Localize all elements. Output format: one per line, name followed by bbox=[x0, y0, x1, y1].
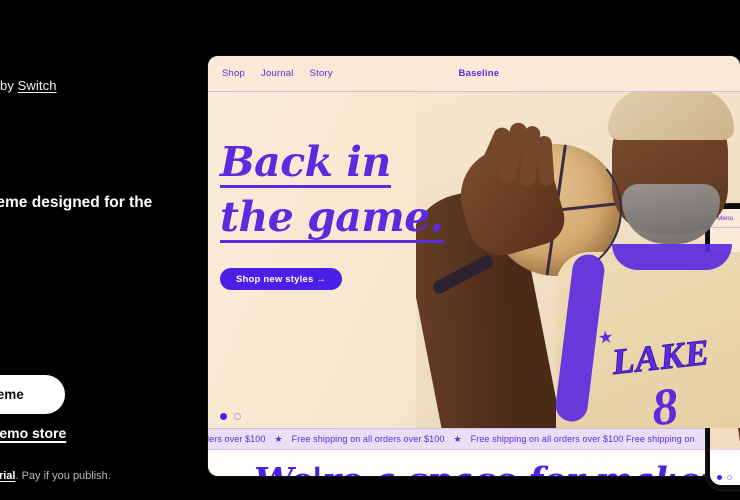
free-shipping-marquee: pping on all orders over $100 ★ Free shipp… bbox=[208, 428, 740, 450]
preview-site-brand: Baseline bbox=[458, 68, 500, 79]
theme-info-panel: by Switch d theme designed for the Try t… bbox=[0, 0, 210, 500]
trial-note: ee trial. Pay if you publish. bbox=[0, 470, 111, 482]
byline-prefix: by bbox=[0, 78, 18, 93]
mobile-carousel-dots bbox=[717, 475, 732, 480]
app-root: by Switch d theme designed for the Try t… bbox=[0, 0, 740, 500]
marquee-star-1: ★ bbox=[274, 433, 283, 444]
hero-headline-line-1: Back in bbox=[220, 138, 391, 188]
hero-headline-line-2: the game. bbox=[220, 193, 444, 243]
marquee-item-4: Free shipping on bbox=[626, 433, 695, 444]
mobile-carousel-dot-2[interactable] bbox=[727, 475, 732, 480]
try-theme-label: Try theme bbox=[0, 387, 24, 402]
marquee-star-2: ★ bbox=[453, 433, 462, 444]
hero-headline: Back in the game. bbox=[220, 142, 444, 243]
trial-note-rest: . Pay if you publish. bbox=[15, 470, 111, 482]
nav-link-story[interactable]: Story bbox=[310, 68, 333, 79]
preview-site-nav: Shop Journal Story Baseline bbox=[208, 56, 740, 92]
below-hero-section: We're a space for makers bbox=[208, 450, 740, 476]
mobile-carousel-dot-1-active[interactable] bbox=[717, 475, 722, 480]
shop-new-styles-button[interactable]: Shop new styles → bbox=[220, 268, 342, 290]
preview-nav-links: Shop Journal Story bbox=[222, 68, 333, 79]
hero-photo-basketball-player: ★ LAKE 8 bbox=[416, 92, 740, 428]
nav-link-shop[interactable]: Shop bbox=[222, 68, 245, 79]
mobile-below-section bbox=[710, 449, 740, 485]
try-theme-button[interactable]: Try theme bbox=[0, 375, 65, 414]
marquee-item-1: pping on all orders over $100 bbox=[208, 433, 266, 444]
nav-link-journal[interactable]: Journal bbox=[261, 68, 294, 79]
player-cap bbox=[608, 92, 734, 140]
hero-carousel-dots bbox=[220, 413, 241, 420]
hero-copy: Back in the game. Shop new styles → bbox=[220, 142, 444, 290]
theme-description: d theme designed for the bbox=[0, 194, 153, 211]
marquee-track: pping on all orders over $100 ★ Free shipp… bbox=[208, 434, 695, 445]
carousel-dot-2[interactable] bbox=[234, 413, 241, 420]
trial-note-strong[interactable]: ee trial bbox=[0, 470, 15, 482]
byline: by Switch bbox=[0, 78, 57, 93]
below-hero-headline: We're a space for makers bbox=[254, 460, 738, 476]
carousel-dot-1-active[interactable] bbox=[220, 413, 227, 420]
mobile-menu-button[interactable]: Menu bbox=[717, 215, 733, 222]
marquee-item-2: Free shipping on all orders over $100 bbox=[291, 433, 445, 444]
marquee-item-3: Free shipping on all orders over $100 bbox=[470, 433, 624, 444]
view-demo-store-link[interactable]: w demo store bbox=[0, 425, 66, 441]
desktop-theme-preview[interactable]: Shop Journal Story Baseline ★ LAKE 8 Bac… bbox=[208, 56, 740, 476]
byline-brand-link[interactable]: Switch bbox=[18, 78, 57, 93]
hero-section: ★ LAKE 8 Back in the game. Shop new styl… bbox=[208, 92, 740, 428]
